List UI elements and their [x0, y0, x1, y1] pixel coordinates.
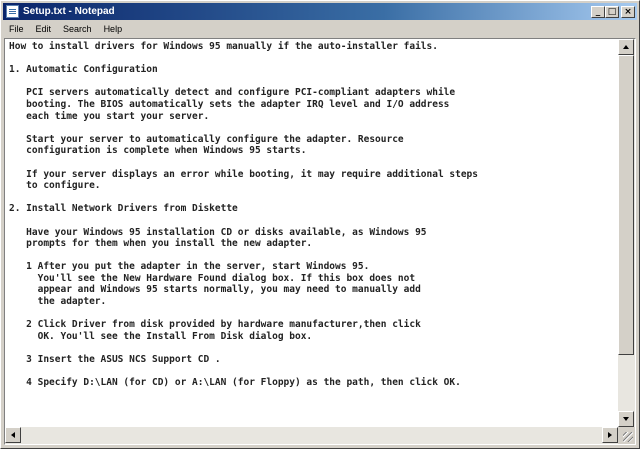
vertical-scrollbar[interactable]	[618, 39, 635, 427]
text-line: 2 Click Driver from disk provided by har…	[9, 319, 421, 331]
text-line	[9, 250, 616, 262]
text-line: 1. Automatic Configuration	[9, 64, 158, 76]
text-line: each time you start your server.	[9, 110, 210, 122]
text-line: the adapter.	[9, 296, 107, 308]
horizontal-scrollbar[interactable]	[5, 427, 618, 444]
arrow-right-icon	[608, 432, 612, 438]
text-line	[9, 366, 616, 378]
menu-help[interactable]: Help	[98, 24, 129, 34]
text-line	[9, 308, 616, 320]
text-line: 2. Install Network Drivers from Diskette	[9, 203, 238, 215]
text-line: How to install drivers for Windows 95 ma…	[9, 41, 438, 52]
window-controls: _ □ ×	[591, 5, 635, 18]
text-line: prompts for them when you install the ne…	[9, 238, 313, 250]
scroll-thumb[interactable]	[618, 55, 634, 355]
text-editor[interactable]: How to install drivers for Windows 95 ma…	[4, 38, 636, 445]
text-line	[9, 122, 616, 134]
title-bar[interactable]: Setup.txt - Notepad _ □ ×	[3, 3, 637, 20]
text-line: Have your Windows 95 installation CD or …	[9, 226, 427, 238]
scroll-down-button[interactable]	[618, 411, 634, 427]
text-line: OK. You'll see the Install From Disk dia…	[9, 330, 313, 342]
text-line	[9, 53, 616, 65]
scroll-right-button[interactable]	[602, 427, 618, 443]
resize-corner[interactable]	[618, 427, 635, 444]
notepad-window: Setup.txt - Notepad _ □ × File Edit Sear…	[0, 0, 640, 449]
resize-grip-icon[interactable]	[623, 432, 633, 442]
close-button[interactable]: ×	[621, 5, 635, 18]
arrow-up-icon	[623, 45, 629, 49]
menu-edit[interactable]: Edit	[30, 24, 58, 34]
menu-search[interactable]: Search	[57, 24, 98, 34]
text-line	[9, 76, 616, 88]
text-line	[9, 192, 616, 204]
text-line	[9, 157, 616, 169]
text-line: booting. The BIOS automatically sets the…	[9, 98, 450, 110]
menu-bar: File Edit Search Help	[3, 21, 637, 37]
notepad-icon[interactable]	[6, 5, 19, 18]
text-line: to configure.	[9, 180, 101, 192]
minimize-button[interactable]: _	[591, 5, 605, 18]
text-line: 1 After you put the adapter in the serve…	[9, 261, 370, 273]
text-line	[9, 215, 616, 227]
maximize-button[interactable]: □	[605, 5, 619, 18]
text-line: 3 Insert the ASUS NCS Support CD .	[9, 354, 221, 366]
text-line: 4 Specify D:\LAN (for CD) or A:\LAN (for…	[9, 377, 461, 389]
text-line	[9, 389, 616, 401]
arrow-left-icon	[11, 432, 15, 438]
scroll-left-button[interactable]	[5, 427, 21, 443]
text-line: Start your server to automatically confi…	[9, 133, 404, 145]
window-title: Setup.txt - Notepad	[23, 6, 115, 17]
text-line: configuration is complete when Windows 9…	[9, 145, 307, 157]
text-line: You'll see the New Hardware Found dialog…	[9, 272, 416, 284]
document-text[interactable]: How to install drivers for Windows 95 ma…	[5, 39, 618, 427]
text-line	[9, 342, 616, 354]
text-line: PCI servers automatically detect and con…	[9, 87, 456, 99]
arrow-down-icon	[623, 417, 629, 421]
text-line: If your server displays an error while b…	[9, 168, 478, 180]
scroll-up-button[interactable]	[618, 39, 634, 55]
menu-file[interactable]: File	[3, 24, 30, 34]
text-line: appear and Windows 95 starts normally, y…	[9, 284, 421, 296]
